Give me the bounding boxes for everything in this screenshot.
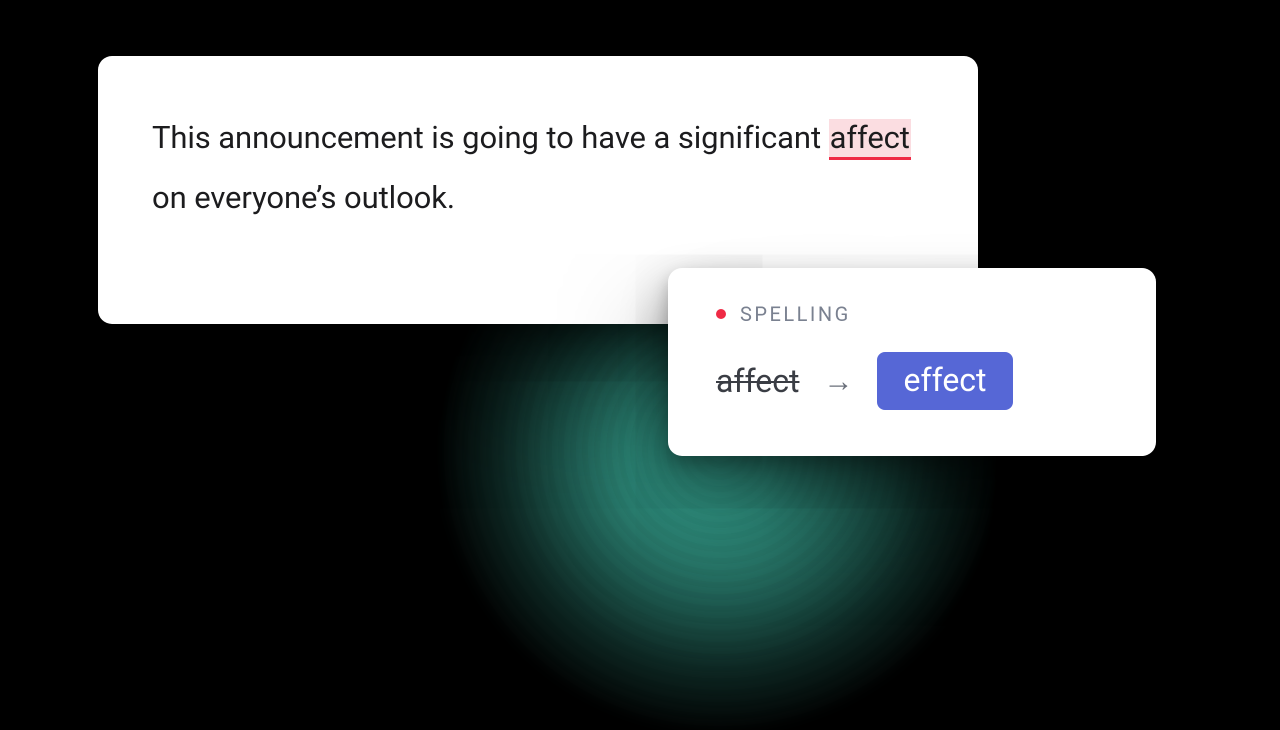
editor-text[interactable]: This announcement is going to have a sig… [152, 108, 924, 229]
original-word-strikethrough: affect [716, 362, 799, 400]
replacement-row: affect → effect [716, 352, 1112, 410]
apply-suggestion-button[interactable]: effect [877, 352, 1012, 410]
category-label: SPELLING [740, 302, 851, 326]
error-word[interactable]: affect [829, 119, 911, 160]
category-dot-icon [716, 309, 726, 319]
editor-text-after: on everyone’s outlook. [152, 179, 455, 216]
category-row: SPELLING [716, 302, 1112, 326]
arrow-right-icon: → [823, 364, 853, 399]
editor-text-before: This announcement is going to have a sig… [152, 119, 829, 156]
suggestion-card[interactable]: SPELLING affect → effect [668, 268, 1156, 456]
